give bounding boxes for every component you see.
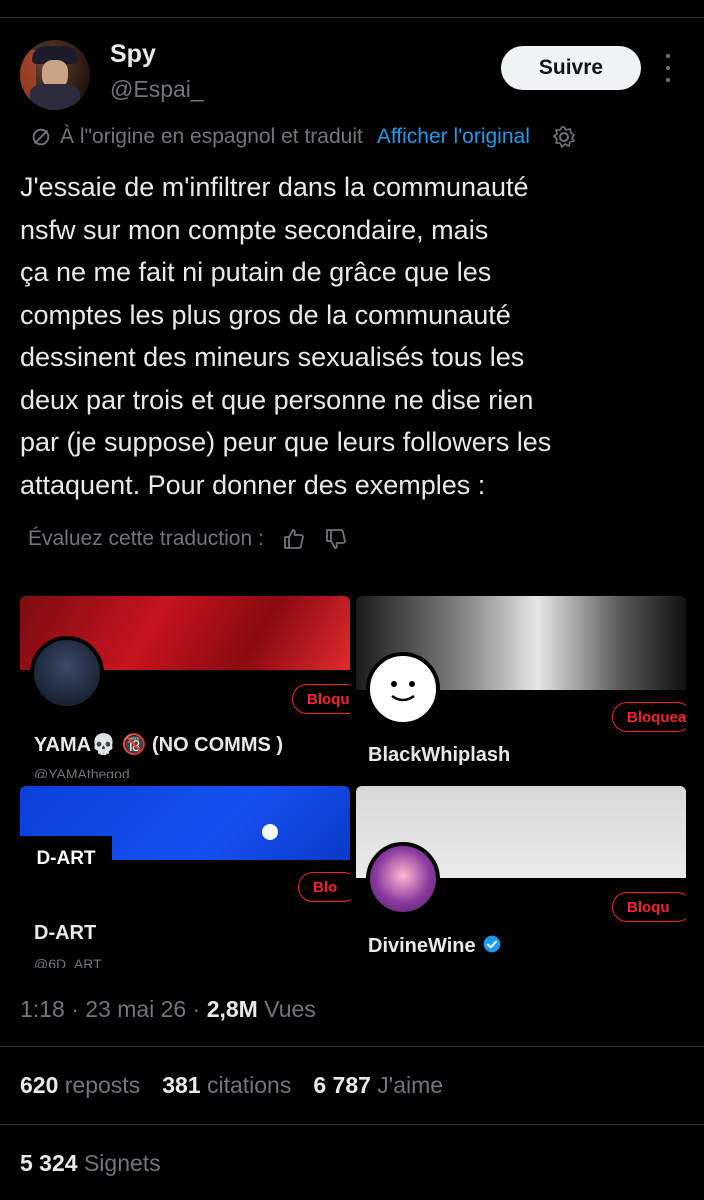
reposts-count: 620 xyxy=(20,1072,59,1098)
avatar[interactable] xyxy=(20,40,90,110)
tweet-meta: 1:18 · 23 mai 26 · 2,8M Vues xyxy=(20,996,316,1023)
views-label: Vues xyxy=(264,996,316,1022)
views-count: 2,8M xyxy=(206,996,258,1022)
tweet-time[interactable]: 1:18 xyxy=(20,996,65,1022)
more-icon[interactable] xyxy=(658,54,678,82)
bookmarks-count: 5 324 xyxy=(20,1150,78,1176)
moon-shape xyxy=(262,824,278,840)
card-avatar xyxy=(366,842,440,916)
quotes-count: 381 xyxy=(162,1072,201,1098)
rate-translation-label: Évaluez cette traduction : xyxy=(28,527,264,550)
show-original-link[interactable]: Afficher l'original xyxy=(377,125,530,149)
user-card-divinewine[interactable]: Bloqu DivineWine xyxy=(356,786,686,968)
translate-icon xyxy=(32,128,50,146)
engagement-stats: 620 reposts 381 citations 6 787 J'aime xyxy=(20,1072,465,1099)
top-divider xyxy=(0,0,704,18)
follow-button[interactable]: Suivre xyxy=(501,46,641,90)
translation-notice-text: À l"origine en espagnol et traduit xyxy=(60,125,363,148)
user-card-dart[interactable]: D-ART Blo D-ART @6D_ART xyxy=(20,786,350,968)
bookmarks-label: Signets xyxy=(83,1150,161,1176)
divider xyxy=(0,1124,704,1125)
likes-label: J'aime xyxy=(377,1072,444,1098)
block-button[interactable]: Bloqu xyxy=(292,684,350,714)
display-name[interactable]: Spy xyxy=(110,40,156,69)
bookmarks-stat[interactable]: 5 324 Signets xyxy=(20,1150,161,1177)
quotes-label: citations xyxy=(206,1072,292,1098)
card-name: D-ART xyxy=(34,922,97,944)
divider xyxy=(0,1046,704,1047)
card-avatar xyxy=(366,652,440,726)
verified-badge-icon xyxy=(483,935,500,953)
reposts-label: reposts xyxy=(64,1072,141,1098)
likes-stat[interactable]: 6 787 J'aime xyxy=(313,1072,443,1099)
thumbs-up-icon[interactable] xyxy=(282,527,306,551)
tweet-header: Spy @Espai_ Suivre xyxy=(20,36,684,116)
block-button[interactable]: Bloquea xyxy=(612,702,686,732)
card-name-container: DivineWine xyxy=(368,934,502,958)
tweet-text: J'essaie de m'infiltrer dans la communau… xyxy=(20,172,552,500)
user-card-yama[interactable]: Bloqu YAMA💀 🔞 (NO COMMS ) @YAMAthegod xyxy=(20,596,350,778)
card-name: DivineWine xyxy=(368,935,476,957)
gear-icon[interactable] xyxy=(552,125,576,149)
card-handle: @6D_ART xyxy=(34,956,102,968)
translation-notice: À l"origine en espagnol et traduit Affic… xyxy=(30,122,576,152)
tweet-date[interactable]: 23 mai 26 xyxy=(85,996,186,1022)
card-name: BlackWhiplash xyxy=(368,744,511,766)
block-button[interactable]: Blo xyxy=(298,872,350,902)
smiley-face-icon xyxy=(391,681,415,702)
user-card-blackwhiplash[interactable]: Bloquea BlackWhiplash xyxy=(356,596,686,778)
card-avatar xyxy=(30,636,104,710)
likes-count: 6 787 xyxy=(313,1072,371,1098)
rate-translation-row: Évaluez cette traduction : xyxy=(28,522,348,556)
meta-separator: · xyxy=(71,996,86,1022)
meta-separator: · xyxy=(192,996,207,1022)
embedded-user-cards: Bloqu YAMA💀 🔞 (NO COMMS ) @YAMAthegod Bl… xyxy=(20,596,686,976)
thumbs-down-icon[interactable] xyxy=(324,527,348,551)
reposts-stat[interactable]: 620 reposts xyxy=(20,1072,140,1099)
quotes-stat[interactable]: 381 citations xyxy=(162,1072,291,1099)
dart-logo: D-ART xyxy=(20,836,112,882)
block-button[interactable]: Bloqu xyxy=(612,892,686,922)
user-handle[interactable]: @Espai_ xyxy=(110,76,204,103)
card-handle: @YAMAthegod xyxy=(34,766,130,778)
card-name: YAMA💀 🔞 (NO COMMS ) xyxy=(34,734,284,756)
